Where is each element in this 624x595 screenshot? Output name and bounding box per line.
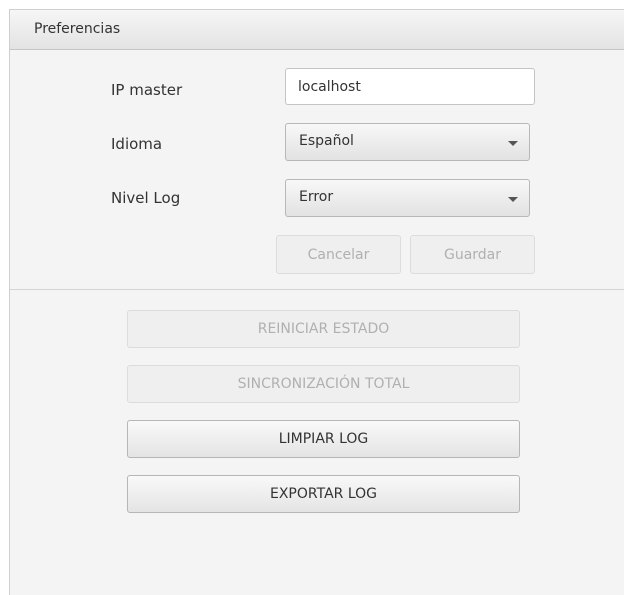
log-level-selected-value: Error	[299, 189, 334, 205]
export-log-button[interactable]: EXPORTAR LOG	[127, 475, 520, 513]
save-button[interactable]: Guardar	[410, 235, 535, 274]
panel-header: Preferencias	[10, 10, 624, 50]
cancel-button[interactable]: Cancelar	[276, 235, 401, 274]
language-select[interactable]: Español	[285, 123, 530, 161]
ip-master-input[interactable]	[285, 68, 535, 105]
language-selected-value: Español	[299, 133, 354, 149]
preferences-panel: Preferencias IP master Idioma Español Ni…	[9, 9, 624, 595]
chevron-down-icon	[508, 141, 518, 146]
ip-master-label: IP master	[111, 81, 183, 99]
full-sync-button[interactable]: SINCRONIZACIÓN TOTAL	[127, 365, 520, 403]
log-level-label: Nivel Log	[111, 189, 181, 207]
clear-log-button[interactable]: LIMPIAR LOG	[127, 420, 520, 458]
language-label: Idioma	[111, 135, 163, 153]
log-level-select[interactable]: Error	[285, 179, 530, 217]
panel-title: Preferencias	[34, 21, 121, 37]
section-divider	[10, 289, 624, 290]
reset-state-button[interactable]: REINICIAR ESTADO	[127, 310, 520, 348]
chevron-down-icon	[508, 197, 518, 202]
